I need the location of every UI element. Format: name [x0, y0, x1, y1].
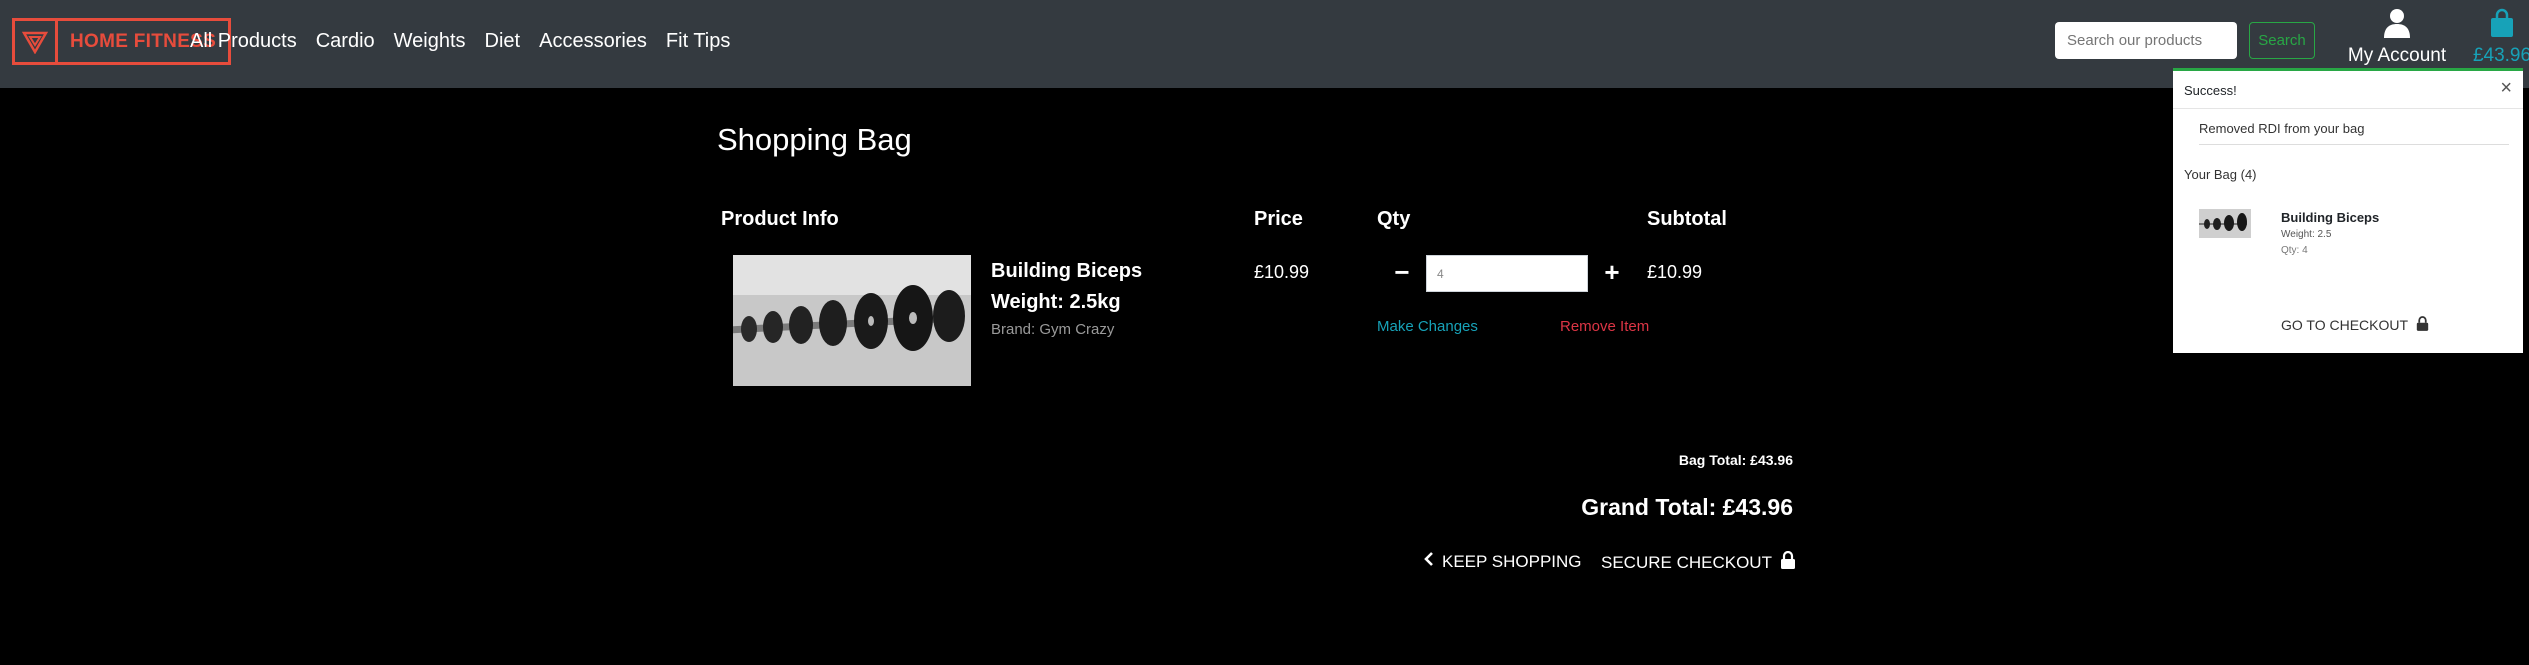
make-changes-link[interactable]: Make Changes [1377, 318, 1478, 335]
nav-weights[interactable]: Weights [394, 30, 466, 53]
product-image [733, 255, 971, 386]
column-product-info: Product Info [721, 208, 839, 230]
search-button[interactable]: Search [2249, 22, 2315, 59]
success-toast: Success! × Removed RDI from your bag You… [2173, 68, 2523, 353]
nav-diet[interactable]: Diet [485, 30, 521, 53]
toast-product-weight: Weight: 2.5 [2281, 229, 2332, 240]
search-input[interactable] [2055, 22, 2237, 59]
nav-fit-tips[interactable]: Fit Tips [666, 30, 730, 53]
chevron-left-icon [1424, 551, 1434, 572]
header-bag-total: £43.96 [2472, 45, 2529, 66]
lock-icon [1780, 550, 1796, 574]
toast-product-qty: Qty: 4 [2281, 245, 2308, 256]
bag-total: Bag Total: £43.96 [1678, 452, 1793, 468]
column-qty: Qty [1377, 208, 1411, 230]
product-price: £10.99 [1254, 262, 1310, 282]
qty-increment-button[interactable]: + [1600, 257, 1624, 287]
product-name[interactable]: Building Biceps [991, 260, 1142, 283]
nav-all-products[interactable]: All Products [190, 30, 297, 53]
column-price: Price [1254, 208, 1303, 230]
shopping-bag-link[interactable]: £43.96 [2452, 8, 2529, 67]
secure-checkout-button[interactable]: SECURE CHECKOUT [1601, 550, 1796, 574]
toast-header: Success! × [2173, 71, 2523, 109]
go-to-checkout-button[interactable]: GO TO CHECKOUT [2281, 316, 2429, 334]
grand-total: Grand Total: £43.96 [1581, 494, 1793, 520]
qty-input[interactable] [1426, 255, 1588, 292]
shopping-bag-icon [2488, 8, 2516, 42]
toast-title: Success! [2184, 83, 2237, 98]
main-nav: All Products Cardio Weights Diet Accesso… [190, 30, 730, 53]
toast-message: Removed RDI from your bag [2199, 121, 2509, 145]
product-weight: Weight: 2.5kg [991, 291, 1121, 313]
nav-cardio[interactable]: Cardio [316, 30, 375, 53]
page-title: Shopping Bag [717, 122, 912, 157]
secure-checkout-label: SECURE CHECKOUT [1601, 552, 1772, 572]
my-account-label: My Account [2347, 45, 2447, 66]
my-account-link[interactable]: My Account [2326, 8, 2468, 67]
go-to-checkout-label: GO TO CHECKOUT [2281, 317, 2409, 333]
column-subtotal: Subtotal [1647, 208, 1727, 230]
user-icon [2383, 9, 2411, 42]
remove-item-link[interactable]: Remove Item [1560, 318, 1649, 335]
keep-shopping-label: KEEP SHOPPING [1442, 551, 1582, 571]
toast-product-name: Building Biceps [2281, 210, 2380, 225]
keep-shopping-button[interactable]: KEEP SHOPPING [1424, 551, 1582, 572]
logo-triangle-icon [15, 21, 58, 62]
toast-product-thumbnail [2199, 209, 2251, 238]
toast-bag-count: Your Bag (4) [2184, 167, 2257, 182]
main-header: HOME FITNESS All Products Cardio Weights… [0, 0, 2529, 88]
nav-accessories[interactable]: Accessories [539, 30, 647, 53]
qty-decrement-button[interactable]: − [1390, 257, 1414, 287]
lock-icon [2416, 316, 2429, 334]
product-brand: Brand: Gym Crazy [991, 321, 1115, 338]
product-subtotal: £10.99 [1647, 262, 1703, 282]
close-icon[interactable]: × [2500, 78, 2512, 98]
